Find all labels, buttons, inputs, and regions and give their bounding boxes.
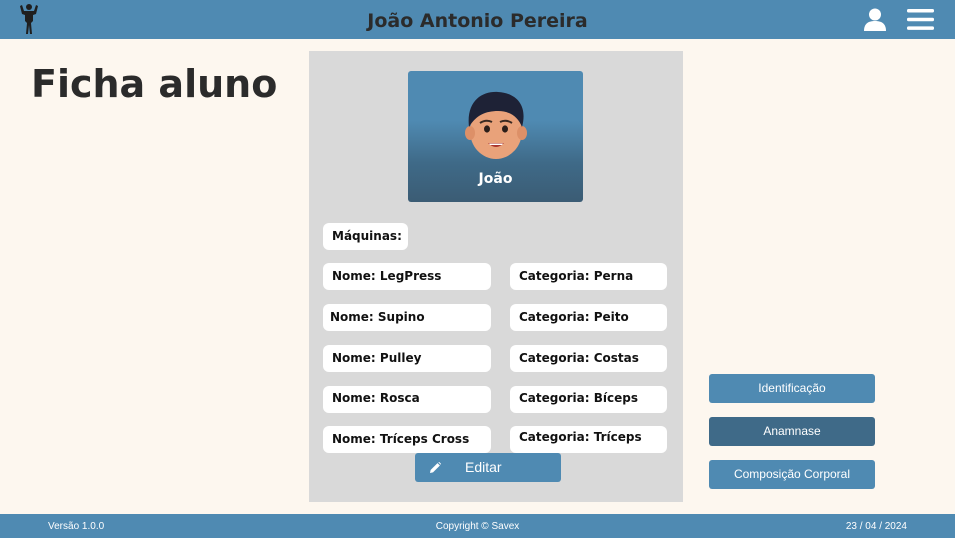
- profile-card: João: [408, 71, 583, 202]
- machine-name-field: Nome: Pulley: [323, 345, 491, 372]
- machine-category-field: Categoria: Peito: [510, 304, 667, 331]
- machine-category-field: Categoria: Bíceps: [510, 386, 667, 413]
- date-text: 23 / 04 / 2024: [845, 521, 907, 532]
- machine-name-field: Nome: Tríceps Cross: [323, 426, 491, 453]
- edit-button[interactable]: Editar: [415, 453, 561, 482]
- machine-name-field: Nome: LegPress: [323, 263, 491, 290]
- copyright-text: Copyright © Savex: [435, 521, 520, 532]
- identification-button[interactable]: Identificação: [709, 374, 875, 403]
- profile-name: João: [478, 171, 513, 187]
- user-icon[interactable]: [863, 8, 887, 31]
- page-title: Ficha aluno: [31, 62, 278, 106]
- machines-label: Máquinas:: [323, 223, 408, 250]
- machine-name-field: Nome: Supino: [323, 304, 491, 331]
- machine-category-field: Categoria: Tríceps: [510, 426, 667, 453]
- machine-category-field: Categoria: Perna: [510, 263, 667, 290]
- body-composition-button[interactable]: Composição Corporal: [709, 460, 875, 489]
- anamnesis-button[interactable]: Anamnase: [709, 417, 875, 446]
- footer: Versão 1.0.0 Copyright © Savex 23 / 04 /…: [0, 514, 955, 538]
- avatar-icon: [465, 91, 527, 159]
- machine-name-field: Nome: Rosca: [323, 386, 491, 413]
- student-card: João Máquinas: Nome: LegPress Categoria:…: [309, 51, 683, 502]
- top-bar: João Antonio Pereira: [0, 0, 955, 39]
- machine-category-field: Categoria: Costas: [510, 345, 667, 372]
- header-user-name: João Antonio Pereira: [367, 10, 588, 32]
- menu-icon[interactable]: [907, 9, 934, 30]
- edit-button-label: Editar: [465, 459, 502, 475]
- pencil-icon: [430, 462, 441, 473]
